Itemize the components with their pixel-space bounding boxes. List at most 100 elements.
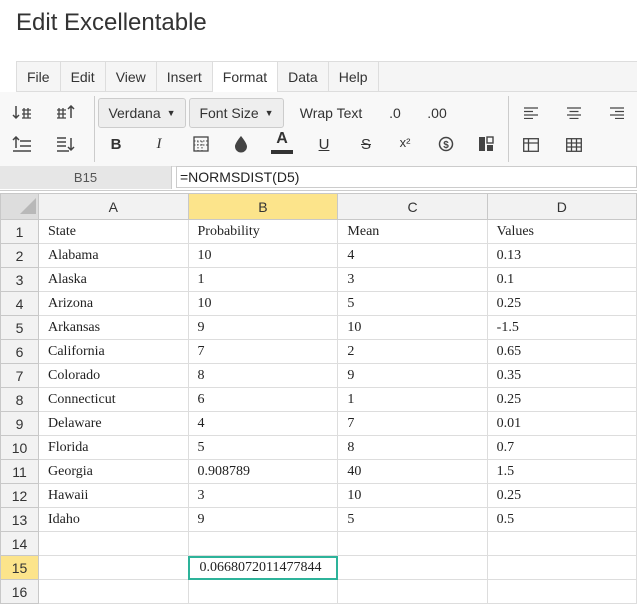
column-header-d[interactable]: D	[486, 193, 637, 220]
currency-icon[interactable]: $	[434, 132, 458, 156]
cell-b15[interactable]: 0.0668072011477844	[187, 555, 339, 580]
fill-color-icon[interactable]	[229, 132, 253, 156]
row-header[interactable]: 7	[0, 363, 39, 388]
cell-c4[interactable]: 5	[337, 291, 488, 316]
menu-help[interactable]: Help	[329, 62, 379, 92]
cell-b5[interactable]: 9	[187, 315, 339, 340]
row-header[interactable]: 9	[0, 411, 39, 436]
menu-data[interactable]: Data	[278, 62, 329, 92]
row-header[interactable]: 1	[0, 219, 39, 244]
cell-a12[interactable]: Hawaii	[38, 483, 189, 508]
cell-b1[interactable]: Probability	[187, 219, 339, 244]
conditional-format-icon[interactable]	[474, 132, 498, 156]
increase-decimal-button[interactable]: .00	[422, 98, 452, 128]
row-header[interactable]: 4	[0, 291, 39, 316]
cell-d5[interactable]: -1.5	[486, 315, 637, 340]
cell-c2[interactable]: 4	[337, 243, 488, 268]
superscript-button[interactable]: x²	[393, 130, 417, 154]
cell-a2[interactable]: Alabama	[38, 243, 189, 268]
cell-a10[interactable]: Florida	[38, 435, 189, 460]
row-header[interactable]: 8	[0, 387, 39, 412]
filter-rows-icon[interactable]	[10, 134, 34, 156]
underline-button[interactable]: U	[312, 132, 336, 156]
cell-a7[interactable]: Colorado	[38, 363, 189, 388]
cell-b2[interactable]: 10	[187, 243, 339, 268]
align-right-icon[interactable]	[605, 102, 629, 124]
row-header[interactable]: 10	[0, 435, 39, 460]
cell-c10[interactable]: 8	[337, 435, 488, 460]
align-center-icon[interactable]	[562, 102, 586, 124]
row-header[interactable]: 2	[0, 243, 39, 268]
cell-a3[interactable]: Alaska	[38, 267, 189, 292]
cell-d8[interactable]: 0.25	[486, 387, 637, 412]
row-header[interactable]: 11	[0, 459, 39, 484]
wrap-text-button[interactable]: Wrap Text	[292, 98, 370, 128]
cell-b13[interactable]: 9	[187, 507, 339, 532]
strikethrough-button[interactable]: S	[354, 132, 378, 156]
menu-insert[interactable]: Insert	[157, 62, 213, 92]
cell-b14[interactable]	[187, 531, 339, 556]
cell-d9[interactable]: 0.01	[486, 411, 637, 436]
formula-input[interactable]: =NORMSDIST(D5)	[176, 166, 637, 188]
cell-c15[interactable]	[337, 555, 488, 580]
cell-a4[interactable]: Arizona	[38, 291, 189, 316]
row-header[interactable]: 6	[0, 339, 39, 364]
cell-d6[interactable]: 0.65	[486, 339, 637, 364]
borders-icon[interactable]	[189, 132, 213, 156]
cell-d1[interactable]: Values	[486, 219, 637, 244]
group-rows-icon[interactable]	[54, 134, 78, 156]
cell-d4[interactable]: 0.25	[486, 291, 637, 316]
font-family-dropdown[interactable]: Verdana ▼	[98, 98, 186, 128]
select-all-corner[interactable]	[0, 193, 39, 220]
cell-b11[interactable]: 0.908789	[187, 459, 339, 484]
cell-a11[interactable]: Georgia	[38, 459, 189, 484]
cell-b16[interactable]	[187, 579, 339, 604]
insert-row-icon[interactable]	[519, 134, 543, 156]
bold-button[interactable]: B	[104, 132, 128, 156]
cell-a13[interactable]: Idaho	[38, 507, 189, 532]
cell-c5[interactable]: 10	[337, 315, 488, 340]
row-header[interactable]: 3	[0, 267, 39, 292]
row-header[interactable]: 14	[0, 531, 39, 556]
cell-c7[interactable]: 9	[337, 363, 488, 388]
cell-a6[interactable]: California	[38, 339, 189, 364]
cell-c14[interactable]	[337, 531, 488, 556]
row-header[interactable]: 5	[0, 315, 39, 340]
cell-c3[interactable]: 3	[337, 267, 488, 292]
cell-c9[interactable]: 7	[337, 411, 488, 436]
cell-c16[interactable]	[337, 579, 488, 604]
cell-d11[interactable]: 1.5	[486, 459, 637, 484]
font-size-dropdown[interactable]: Font Size ▼	[189, 98, 284, 128]
cell-d16[interactable]	[486, 579, 637, 604]
cell-b10[interactable]: 5	[187, 435, 339, 460]
insert-table-icon[interactable]	[562, 134, 586, 156]
cell-reference-box[interactable]: B15	[0, 166, 172, 189]
cell-d2[interactable]: 0.13	[486, 243, 637, 268]
cell-d10[interactable]: 0.7	[486, 435, 637, 460]
align-left-icon[interactable]	[519, 102, 543, 124]
cell-d14[interactable]	[486, 531, 637, 556]
cell-a15[interactable]	[38, 555, 189, 580]
cell-a16[interactable]	[38, 579, 189, 604]
cell-b3[interactable]: 1	[187, 267, 339, 292]
menu-format[interactable]: Format	[212, 62, 279, 93]
row-header[interactable]: 13	[0, 507, 39, 532]
cell-a5[interactable]: Arkansas	[38, 315, 189, 340]
cell-a9[interactable]: Delaware	[38, 411, 189, 436]
cell-c13[interactable]: 5	[337, 507, 488, 532]
cell-b7[interactable]: 8	[187, 363, 339, 388]
cell-d3[interactable]: 0.1	[486, 267, 637, 292]
menu-edit[interactable]: Edit	[61, 62, 106, 92]
cell-d7[interactable]: 0.35	[486, 363, 637, 388]
sort-asc-icon[interactable]	[10, 102, 34, 124]
italic-button[interactable]: I	[147, 132, 171, 156]
decrease-decimal-button[interactable]: .0	[383, 98, 407, 128]
sort-desc-icon[interactable]	[54, 102, 78, 124]
cell-a1[interactable]: State	[38, 219, 189, 244]
cell-c12[interactable]: 10	[337, 483, 488, 508]
cell-b12[interactable]: 3	[187, 483, 339, 508]
font-color-button[interactable]: A	[270, 128, 294, 156]
cell-c6[interactable]: 2	[337, 339, 488, 364]
cell-a8[interactable]: Connecticut	[38, 387, 189, 412]
cell-a14[interactable]	[38, 531, 189, 556]
